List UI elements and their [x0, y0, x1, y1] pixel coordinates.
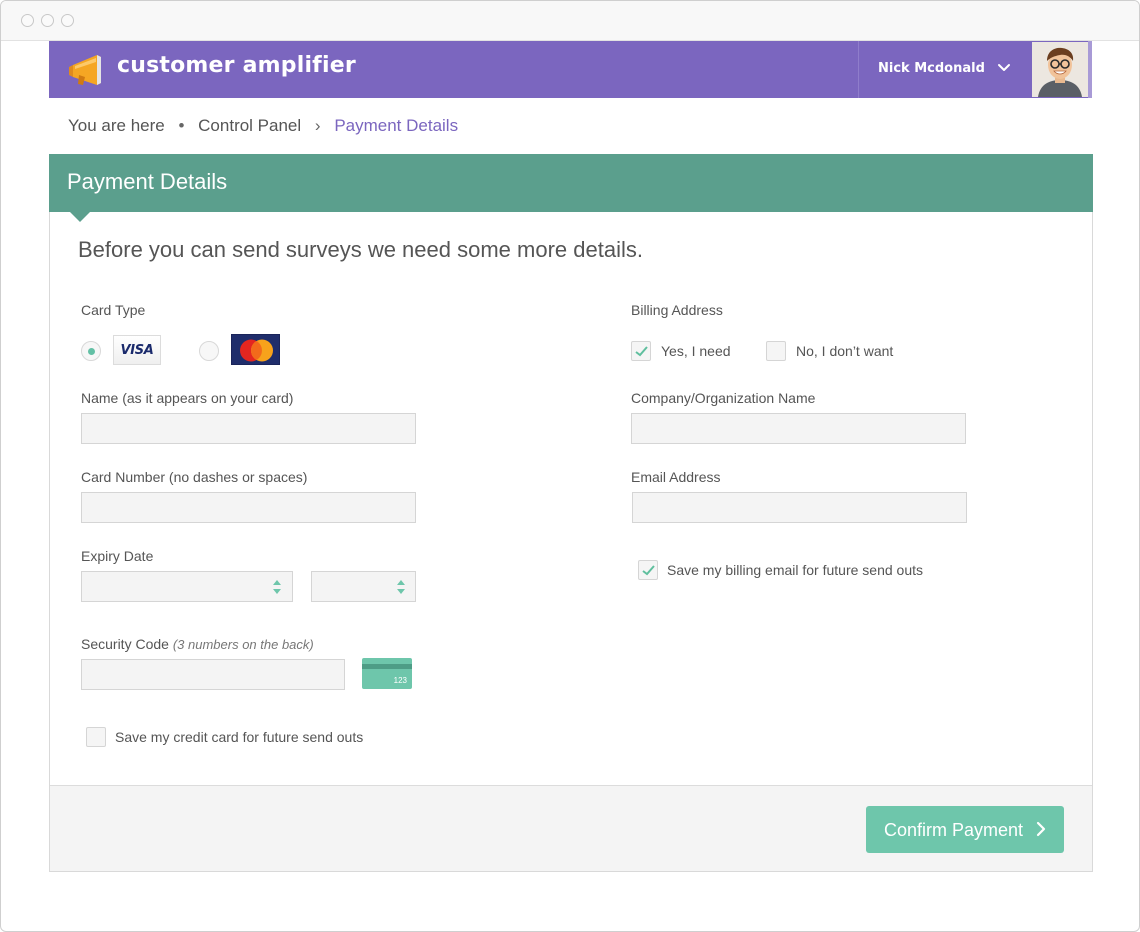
expiry-year-select[interactable]	[311, 571, 416, 602]
save-email-checkbox[interactable]	[638, 560, 658, 580]
stepper-icon	[397, 580, 405, 594]
checkmark-icon	[642, 565, 655, 576]
cvv-stripe	[362, 664, 412, 669]
stepper-icon	[273, 580, 281, 594]
user-menu[interactable]: Nick Mcdonald	[858, 41, 1092, 98]
avatar[interactable]	[1032, 42, 1088, 97]
panel-header: Payment Details	[49, 154, 1093, 212]
billing-no-checkbox[interactable]	[766, 341, 786, 361]
checkmark-icon	[635, 346, 648, 357]
email-address-input[interactable]	[632, 492, 967, 523]
confirm-payment-label: Confirm Payment	[884, 820, 1024, 840]
security-code-label-text: Security Code	[81, 636, 169, 652]
breadcrumb: You are here • Control Panel › Payment D…	[68, 116, 458, 136]
chevron-right-icon	[1036, 821, 1046, 837]
user-name[interactable]: Nick Mcdonald	[878, 61, 985, 76]
card-number-label: Card Number (no dashes or spaces)	[81, 469, 308, 485]
credit-card-back-icon: 123	[362, 658, 412, 689]
intro-text: Before you can send surveys we need some…	[78, 237, 643, 262]
panel-footer: Confirm Payment	[50, 785, 1092, 871]
expiry-date-label: Expiry Date	[81, 548, 154, 564]
mastercard-logo[interactable]	[231, 334, 280, 365]
company-name-label: Company/Organization Name	[631, 390, 816, 406]
email-address-label: Email Address	[631, 469, 721, 485]
visa-logo[interactable]: VISA	[113, 335, 161, 365]
page-title: Payment Details	[67, 169, 228, 194]
security-code-input[interactable]	[81, 659, 345, 690]
breadcrumb-current: Payment Details	[334, 116, 459, 135]
payment-panel: Payment Details Before you can send surv…	[49, 154, 1093, 872]
breadcrumb-control-panel[interactable]: Control Panel	[198, 116, 301, 136]
cardholder-name-input[interactable]	[81, 413, 416, 444]
breadcrumb-prefix: You are here	[68, 116, 165, 135]
security-code-hint: (3 numbers on the back)	[172, 637, 314, 652]
visa-logo-text: VISA	[120, 343, 154, 358]
billing-yes-label[interactable]: Yes, I need	[661, 343, 731, 359]
window-minimize-button[interactable]	[41, 14, 54, 27]
billing-no-label[interactable]: No, I don’t want	[796, 343, 893, 359]
save-card-checkbox[interactable]	[86, 727, 106, 747]
name-label: Name (as it appears on your card)	[81, 390, 294, 406]
browser-window: customer amplifier Nick Mcdonald You are…	[0, 0, 1140, 932]
billing-address-label: Billing Address	[631, 302, 723, 318]
confirm-payment-button[interactable]: Confirm Payment	[866, 806, 1064, 853]
cvv-number: 123	[393, 676, 407, 685]
billing-yes-checkbox[interactable]	[631, 341, 651, 361]
company-name-input[interactable]	[631, 413, 966, 444]
card-type-mastercard-radio[interactable]	[199, 341, 219, 361]
mastercard-icon	[240, 339, 273, 362]
header-accent	[1088, 41, 1092, 98]
expiry-month-select[interactable]	[81, 571, 293, 602]
panel-header-notch	[70, 212, 90, 222]
avatar-image	[1032, 42, 1088, 97]
app-header: customer amplifier Nick Mcdonald	[49, 41, 1092, 98]
window-maximize-button[interactable]	[61, 14, 74, 27]
megaphone-icon	[69, 55, 101, 85]
card-type-visa-radio[interactable]	[81, 341, 101, 361]
browser-chrome	[1, 1, 1139, 41]
card-type-label: Card Type	[81, 302, 146, 318]
brand-name[interactable]: customer amplifier	[117, 53, 356, 78]
breadcrumb-dot: •	[178, 116, 185, 135]
save-email-label[interactable]: Save my billing email for future send ou…	[667, 562, 923, 578]
card-number-input[interactable]	[81, 492, 416, 523]
security-code-label: Security Code (3 numbers on the back)	[81, 636, 314, 652]
save-card-label[interactable]: Save my credit card for future send outs	[115, 729, 363, 745]
chevron-down-icon[interactable]	[997, 61, 1011, 75]
chevron-right-icon: ›	[314, 116, 321, 135]
window-close-button[interactable]	[21, 14, 34, 27]
